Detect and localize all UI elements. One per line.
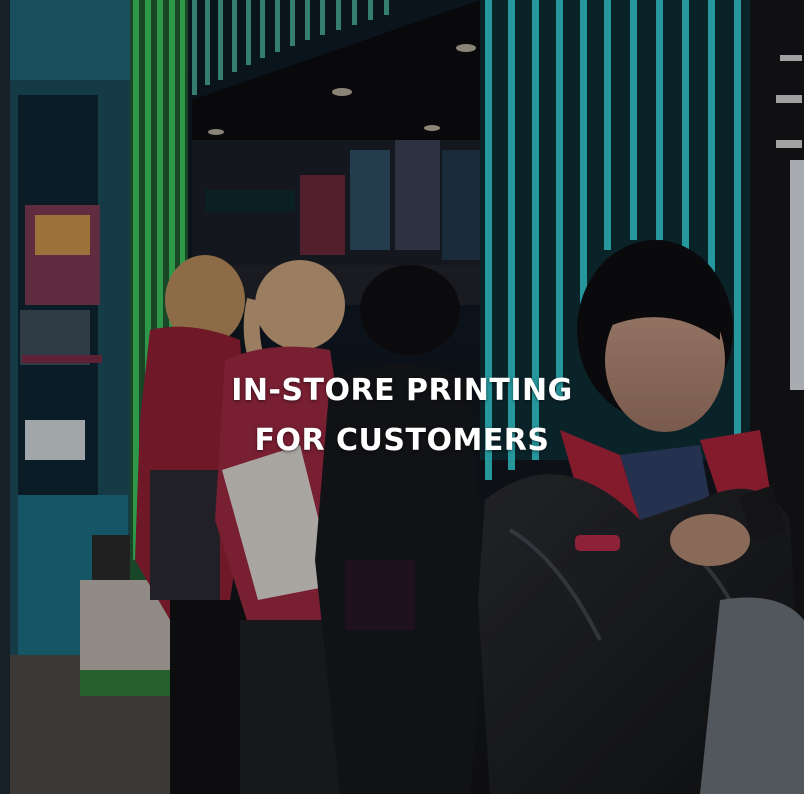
- headline-line-1: IN-STORE PRINTING: [231, 373, 573, 408]
- headline-line-2: FOR CUSTOMERS: [254, 423, 550, 458]
- hero-headline: IN-STORE PRINTING FOR CUSTOMERS: [0, 366, 804, 466]
- hero-image-frame: IN-STORE PRINTING FOR CUSTOMERS: [0, 0, 804, 794]
